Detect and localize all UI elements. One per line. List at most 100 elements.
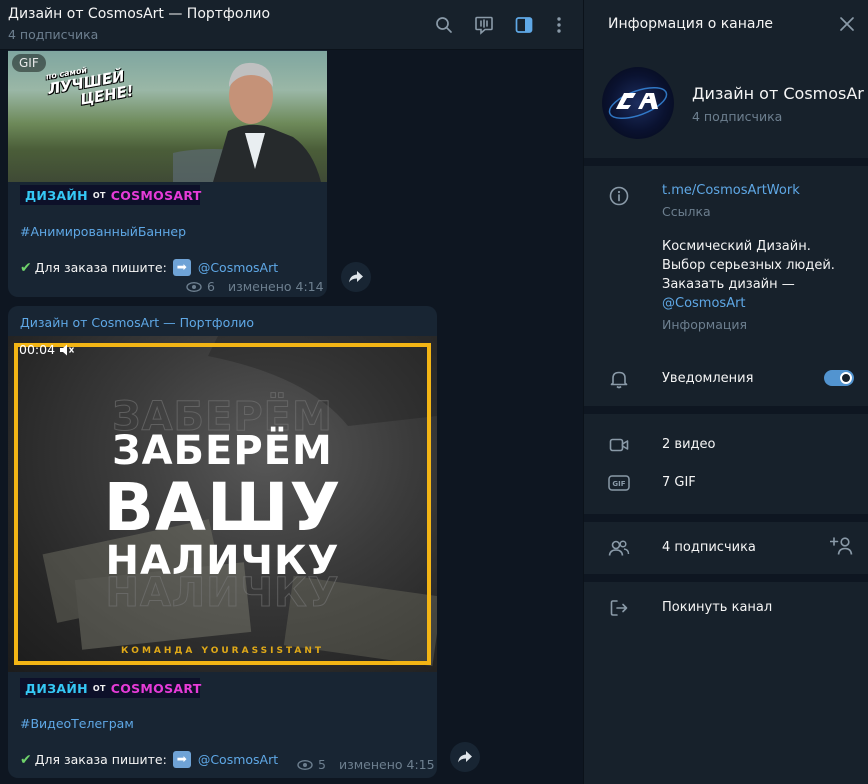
video-player[interactable]: 00:04 ЗАБЕРЁМ ЗАБЕРЁМ ВАШУ НАЛИЧКУ НАЛИЧ…	[8, 336, 437, 672]
arrow-right-icon: ➡	[172, 751, 191, 768]
channel-info-panel: Информация о канале Дизайн от CosmosArt …	[583, 0, 868, 784]
chat-area: GIF по самой ЛУЧШЕЙ ЦЕНЕ! ДИЗАЙН ОТ COSM…	[0, 0, 583, 784]
close-panel-button[interactable]	[838, 15, 856, 33]
message-bubble[interactable]: GIF по самой ЛУЧШЕЙ ЦЕНЕ! ДИЗАЙН ОТ COSM…	[8, 40, 327, 297]
panel-title: Информация о канале	[608, 16, 774, 32]
hashtag-link[interactable]: #АнимированныйБаннер	[20, 224, 186, 239]
info-row-icon	[608, 185, 630, 207]
channel-subscribers: 4 подписчика	[692, 109, 783, 124]
svg-text:GIF: GIF	[612, 480, 625, 488]
video-headline-line1: ЗАБЕРЁМ	[112, 428, 333, 474]
more-button[interactable]	[548, 14, 570, 36]
brand-banner: ДИЗАЙН ОТ COSMOSART	[20, 185, 202, 205]
search-icon	[436, 17, 452, 33]
mention-link[interactable]: @CosmosArt	[198, 260, 278, 275]
channel-link[interactable]: t.me/CosmosArtWork	[662, 183, 800, 198]
order-line: ✔ Для заказа пишите: ➡ @CosmosArt	[20, 751, 278, 768]
gif-caption: по самой ЛУЧШЕЙ ЦЕНЕ!	[45, 58, 135, 113]
live-stream-icon	[475, 16, 493, 35]
gif-icon: GIF	[608, 475, 630, 491]
section-divider	[584, 158, 868, 166]
videos-count[interactable]: 2 видео	[662, 437, 715, 452]
channel-avatar[interactable]	[602, 67, 674, 139]
channel-description: Космический Дизайн. Выбор серьезных люде…	[662, 237, 835, 313]
bell-icon	[610, 371, 628, 389]
leave-icon	[610, 600, 628, 616]
gif-person-image	[173, 62, 321, 182]
brand-part-a: ДИЗАЙН	[25, 187, 88, 203]
edited-time: изменено 4:14	[227, 279, 324, 294]
message-meta: 5 изменено 4:15	[297, 757, 435, 772]
video-camera-icon	[609, 438, 629, 452]
link-label: Ссылка	[662, 204, 711, 219]
description-line2: Выбор серьезных людей.	[662, 258, 835, 273]
members-row-icon	[608, 537, 630, 559]
views-count: 6	[207, 279, 215, 294]
gif-badge: GIF	[12, 54, 46, 72]
share-arrow-icon	[349, 271, 363, 283]
views-eye-icon	[186, 281, 202, 292]
brand-part-b: ОТ	[92, 683, 106, 693]
chat-subtitle: 4 подписчика	[8, 27, 99, 42]
video-time-text: 00:04	[19, 342, 56, 357]
check-mark-icon: ✔	[20, 259, 32, 276]
video-headline-line2: ВАШУ	[103, 469, 342, 546]
share-arrow-icon	[458, 751, 472, 763]
notifications-row-icon	[608, 368, 630, 390]
arrow-right-icon: ➡	[172, 259, 191, 276]
live-stream-button[interactable]	[473, 14, 495, 36]
brand-part-c: COSMOSART	[110, 680, 202, 696]
toggle-knob	[840, 372, 852, 384]
members-icon	[608, 540, 630, 556]
notifications-label: Уведомления	[662, 371, 754, 386]
video-time: 00:04	[19, 342, 75, 357]
description-mention[interactable]: @CosmosArt	[662, 294, 835, 313]
chat-title[interactable]: Дизайн от CosmosArt — Портфолио	[8, 6, 270, 22]
video-headline-line3: НАЛИЧКУ	[105, 538, 340, 584]
leave-row-icon	[608, 597, 630, 619]
brand-banner: ДИЗАЙН ОТ COSMOSART	[20, 678, 202, 698]
hashtag-link[interactable]: #ВидеоТелеграм	[20, 716, 134, 731]
message-bubble[interactable]: Дизайн от CosmosArt — Портфолио 00:04 ЗА…	[8, 306, 437, 778]
close-icon	[840, 17, 854, 31]
notifications-toggle[interactable]	[824, 370, 854, 386]
channel-logo-icon	[608, 87, 668, 119]
gif-preview[interactable]: GIF по самой ЛУЧШЕЙ ЦЕНЕ!	[8, 51, 327, 182]
members-count[interactable]: 4 подписчика	[662, 540, 756, 555]
check-mark-icon: ✔	[20, 751, 32, 768]
order-line: ✔ Для заказа пишите: ➡ @CosmosArt	[20, 259, 278, 276]
gifs-count[interactable]: 7 GIF	[662, 475, 696, 490]
add-user-icon	[829, 537, 853, 555]
views-eye-icon	[297, 759, 313, 770]
forward-button[interactable]	[341, 262, 371, 292]
video-team-label: КОМАНДА YOURASSISTANT	[120, 646, 325, 656]
gifs-row-icon: GIF	[608, 472, 630, 494]
videos-row-icon	[608, 434, 630, 456]
description-line1: Космический Дизайн.	[662, 239, 811, 254]
message-author[interactable]: Дизайн от CosmosArt — Портфолио	[20, 315, 254, 330]
section-divider	[584, 514, 868, 522]
sidebar-toggle-button[interactable]	[513, 14, 535, 36]
section-divider	[584, 574, 868, 582]
edited-time: изменено 4:15	[338, 757, 435, 772]
brand-part-b: ОТ	[92, 190, 106, 200]
leave-channel-button[interactable]: Покинуть канал	[662, 600, 772, 615]
chat-header: Дизайн от CosmosArt — Портфолио 4 подпис…	[0, 0, 583, 50]
section-divider	[584, 406, 868, 414]
sidebar-toggle-icon	[515, 17, 533, 33]
order-text: Для заказа пишите:	[34, 260, 167, 275]
message-meta: 6 изменено 4:14	[186, 279, 324, 294]
muted-speaker-icon[interactable]	[59, 343, 75, 357]
description-line3: Заказать дизайн —	[662, 277, 795, 292]
search-button[interactable]	[433, 14, 455, 36]
mention-link[interactable]: @CosmosArt	[198, 752, 278, 767]
forward-button[interactable]	[450, 742, 480, 772]
description-label: Информация	[662, 317, 748, 332]
brand-part-c: COSMOSART	[110, 187, 202, 203]
more-vertical-icon	[557, 17, 561, 33]
add-member-button[interactable]	[829, 536, 854, 558]
channel-name: Дизайн от CosmosArt — Портфолио	[692, 84, 864, 103]
info-icon	[609, 186, 629, 206]
views-count: 5	[318, 757, 326, 772]
brand-part-a: ДИЗАЙН	[25, 680, 88, 696]
